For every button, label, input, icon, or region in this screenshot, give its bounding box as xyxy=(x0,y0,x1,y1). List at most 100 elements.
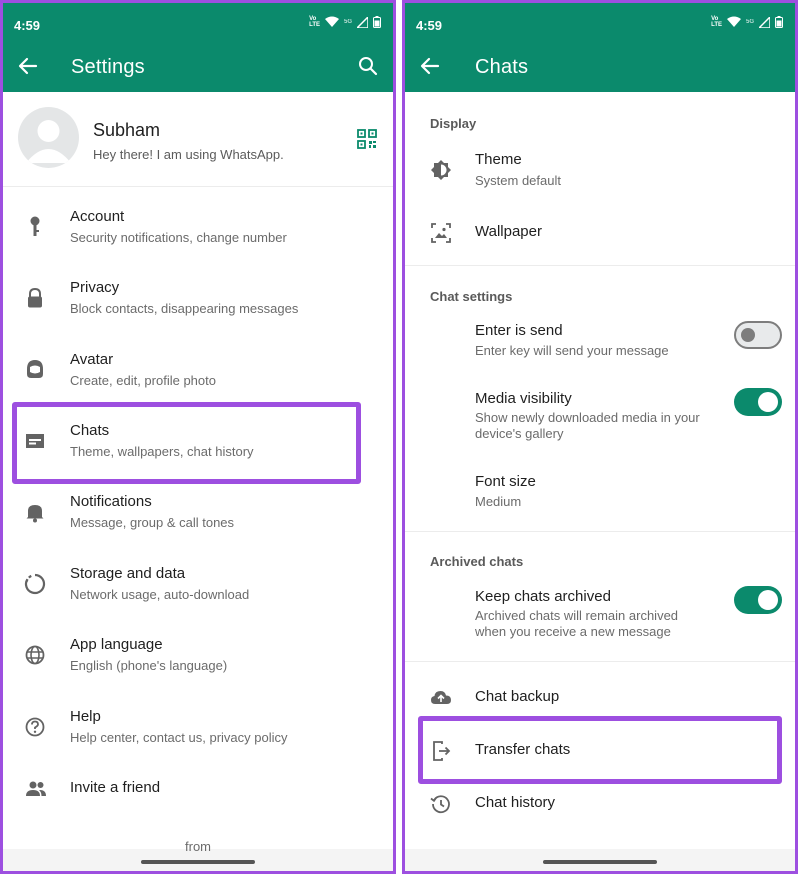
item-title: Privacy xyxy=(70,279,120,296)
setting-title: Wallpaper xyxy=(475,223,542,240)
settings-item-invite[interactable]: Invite a friend xyxy=(3,769,393,809)
settings-screen: 4:59 Vo LTE 5G Settings Subham Hey there!… xyxy=(0,0,396,874)
history-icon xyxy=(430,795,450,814)
item-title: Invite a friend xyxy=(70,779,161,796)
setting-subtitle: Medium xyxy=(475,494,522,509)
toggle-knob xyxy=(758,590,778,610)
setting-title: Font size xyxy=(475,473,536,490)
setting-title: Enter is send xyxy=(475,322,563,339)
bell-icon xyxy=(26,505,44,523)
setting-subtitle-line2: when you receive a new message xyxy=(475,624,671,639)
gesture-nav-bar[interactable] xyxy=(141,860,255,864)
setting-subtitle-line1: Archived chats will remain archived xyxy=(475,608,679,623)
divider xyxy=(405,265,795,266)
avatar-face-icon xyxy=(27,360,43,378)
signal-icon xyxy=(759,16,770,28)
footer-from: from xyxy=(185,839,211,854)
media-visibility-toggle[interactable] xyxy=(734,388,782,416)
status-icons: Vo LTE 5G xyxy=(711,16,783,28)
settings-item-account[interactable]: Account Security notifications, change n… xyxy=(3,198,393,258)
page-title: Settings xyxy=(71,56,145,78)
keep-archived-toggle[interactable] xyxy=(734,586,782,614)
setting-chat-history[interactable]: Chat history xyxy=(405,784,795,824)
item-subtitle: Network usage, auto-download xyxy=(70,587,250,602)
settings-item-privacy[interactable]: Privacy Block contacts, disappearing mes… xyxy=(3,269,393,329)
setting-wallpaper[interactable]: Wallpaper xyxy=(405,213,795,253)
item-title: Avatar xyxy=(70,351,114,368)
toggle-knob xyxy=(741,328,755,342)
item-title: Notifications xyxy=(70,493,152,510)
divider xyxy=(405,661,795,662)
app-bar: 4:59 Vo LTE 5G Settings xyxy=(3,3,393,92)
item-subtitle: Message, group & call tones xyxy=(70,515,235,530)
setting-subtitle: System default xyxy=(475,173,561,188)
setting-subtitle-line2: device's gallery xyxy=(475,426,564,441)
setting-title: Media visibility xyxy=(475,390,572,407)
item-title: Storage and data xyxy=(70,565,186,582)
avatar[interactable] xyxy=(18,107,79,168)
item-subtitle: Create, edit, profile photo xyxy=(70,373,216,388)
profile-name: Subham xyxy=(93,120,161,140)
item-title: Help xyxy=(70,708,101,725)
globe-icon xyxy=(25,645,45,665)
cloud-upload-icon xyxy=(431,691,451,704)
qr-code-icon[interactable] xyxy=(357,129,377,149)
divider xyxy=(405,531,795,532)
setting-title: Theme xyxy=(475,151,522,168)
setting-enter-is-send[interactable]: Enter is send Enter key will send your m… xyxy=(405,315,795,367)
item-subtitle: Security notifications, change number xyxy=(70,230,287,245)
status-time: 4:59 xyxy=(14,18,41,33)
setting-subtitle: Enter key will send your message xyxy=(475,343,669,358)
setting-theme[interactable]: Theme System default xyxy=(405,143,795,199)
highlight-box xyxy=(418,716,782,784)
item-title: App language xyxy=(70,636,163,653)
highlight-box xyxy=(12,402,361,484)
setting-font-size[interactable]: Font size Medium xyxy=(405,466,795,516)
toggle-knob xyxy=(758,392,778,412)
storage-circle-icon xyxy=(24,573,46,595)
item-subtitle: Block contacts, disappearing messages xyxy=(70,301,299,316)
setting-title: Chat backup xyxy=(475,688,560,705)
section-header-archived: Archived chats xyxy=(430,554,524,569)
item-subtitle: English (phone's language) xyxy=(70,658,228,673)
setting-chat-backup[interactable]: Chat backup xyxy=(405,678,795,718)
lock-icon xyxy=(28,287,42,308)
section-header-chat-settings: Chat settings xyxy=(430,289,513,304)
default-avatar-icon xyxy=(26,120,71,163)
setting-subtitle-line1: Show newly downloaded media in your xyxy=(475,410,700,425)
wifi-icon xyxy=(324,16,339,27)
volte-indicator: Vo LTE xyxy=(711,16,722,28)
item-title: Account xyxy=(70,208,125,225)
settings-item-language[interactable]: App language English (phone's language) xyxy=(3,626,393,686)
key-icon xyxy=(30,216,40,236)
volte-indicator: Vo LTE xyxy=(309,16,320,28)
search-icon[interactable] xyxy=(358,56,378,76)
enter-send-toggle[interactable] xyxy=(734,321,782,349)
settings-item-avatar[interactable]: Avatar Create, edit, profile photo xyxy=(3,341,393,401)
profile-status: Hey there! I am using WhatsApp. xyxy=(93,147,284,162)
settings-item-help[interactable]: Help Help center, contact us, privacy po… xyxy=(3,698,393,758)
status-time: 4:59 xyxy=(416,18,443,33)
status-icons: Vo LTE 5G xyxy=(309,16,381,28)
battery-icon xyxy=(775,16,783,28)
setting-media-visibility[interactable]: Media visibility Show newly downloaded m… xyxy=(405,383,795,447)
item-subtitle: Help center, contact us, privacy policy xyxy=(70,730,288,745)
network-type: 5G xyxy=(745,19,754,25)
setting-title: Keep chats archived xyxy=(475,588,611,605)
settings-item-notifications[interactable]: Notifications Message, group & call tone… xyxy=(3,483,393,543)
setting-title: Chat history xyxy=(475,794,556,811)
chats-settings-screen: 4:59 Vo LTE 5G Chats Display Theme System… xyxy=(402,0,798,874)
signal-icon xyxy=(357,16,368,28)
section-header-display: Display xyxy=(430,116,477,131)
divider xyxy=(3,186,393,187)
theme-brightness-icon xyxy=(431,160,451,180)
network-type: 5G xyxy=(343,19,352,25)
help-icon xyxy=(25,717,45,737)
back-arrow-icon[interactable] xyxy=(18,56,38,76)
back-arrow-icon[interactable] xyxy=(420,56,440,76)
setting-keep-archived[interactable]: Keep chats archived Archived chats will … xyxy=(405,581,795,645)
settings-item-storage[interactable]: Storage and data Network usage, auto-dow… xyxy=(3,555,393,615)
page-title: Chats xyxy=(475,56,529,78)
battery-icon xyxy=(373,16,381,28)
gesture-nav-bar[interactable] xyxy=(543,860,657,864)
